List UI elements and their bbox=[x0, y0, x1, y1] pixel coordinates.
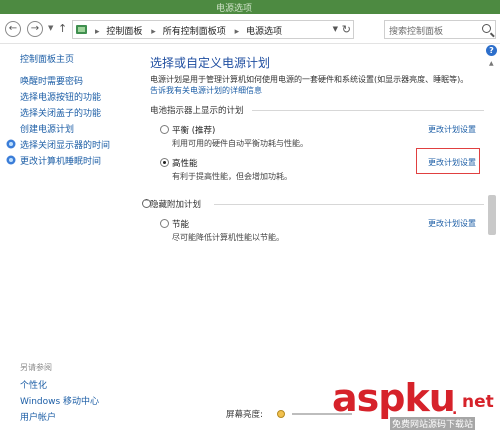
description-text: 电源计划是用于管理计算机如何使用电源的一套硬件和系统设置(如显示器亮度、睡眠等)… bbox=[150, 75, 469, 84]
recent-locations-icon[interactable]: ▼ bbox=[48, 24, 53, 32]
nav-personalization[interactable]: 个性化 bbox=[20, 378, 47, 391]
nav-require-password[interactable]: 唤醒时需要密码 bbox=[20, 74, 83, 87]
scrollbar-thumb[interactable] bbox=[488, 195, 496, 235]
divider bbox=[252, 110, 484, 111]
change-plan-high-performance-link[interactable]: 更改计划设置 bbox=[428, 157, 476, 168]
breadcrumb-separator: ▸ bbox=[234, 27, 240, 37]
section-battery-plans: 电池指示器上显示的计划 bbox=[150, 106, 244, 116]
nav-lid-close[interactable]: 选择关闭盖子的功能 bbox=[20, 106, 101, 119]
control-panel-home-link[interactable]: 控制面板主页 bbox=[20, 52, 74, 65]
section-hidden-plans[interactable]: 隐藏附加计划 bbox=[150, 198, 201, 210]
control-panel-icon bbox=[76, 25, 87, 34]
change-plan-power-saver-link[interactable]: 更改计划设置 bbox=[428, 218, 476, 229]
nav-display-off[interactable]: 选择关闭显示器的时间 bbox=[20, 138, 110, 151]
breadcrumb-separator: ▸ bbox=[95, 27, 100, 37]
forward-button[interactable]: → bbox=[27, 21, 43, 37]
brightness-icon bbox=[277, 410, 285, 418]
scroll-up-icon[interactable]: ▲ bbox=[489, 60, 495, 67]
change-plan-balanced-link[interactable]: 更改计划设置 bbox=[428, 124, 476, 135]
divider bbox=[214, 204, 484, 205]
watermark-tagline: 免费网站源码下载站 bbox=[390, 417, 476, 430]
plan-balanced-desc: 利用可用的硬件自动平衡功耗与性能。 bbox=[172, 139, 308, 148]
plan-high-performance-desc: 有利于提高性能，但会增加功耗。 bbox=[172, 172, 292, 181]
nav-mobility-center[interactable]: Windows 移动中心 bbox=[20, 394, 99, 407]
title-bar: 电源选项 bbox=[0, 0, 500, 14]
nav-sleep-time[interactable]: 更改计算机睡眠时间 bbox=[20, 154, 101, 167]
window-title: 电源选项 bbox=[216, 4, 253, 14]
left-navigation: 控制面板主页 唤醒时需要密码 选择电源按钮的功能 选择关闭盖子的功能 创建电源计… bbox=[0, 44, 130, 434]
search-placeholder: 搜索控制面板 bbox=[389, 27, 444, 37]
watermark-tld: net bbox=[462, 392, 494, 412]
power-plan-info-link[interactable]: 告诉我有关电源计划的详细信息 bbox=[150, 86, 262, 95]
monitor-shield-icon bbox=[6, 139, 16, 149]
breadcrumb-power-options[interactable]: 电源选项 bbox=[246, 27, 282, 37]
watermark-brand-main: asp bbox=[332, 376, 405, 420]
navigation-bar: ← → ▼ ↑ ▸ 控制面板 ▸ 所有控制面板项 ▸ 电源选项 ▼ ↻ 搜索控制… bbox=[0, 14, 500, 44]
breadcrumb-all-items[interactable]: 所有控制面板项 bbox=[163, 27, 226, 37]
nav-power-button[interactable]: 选择电源按钮的功能 bbox=[20, 90, 101, 103]
sleep-shield-icon bbox=[6, 155, 16, 165]
nav-user-accounts[interactable]: 用户帐户 bbox=[20, 410, 56, 423]
watermark-brand: aspku bbox=[332, 376, 456, 420]
address-field[interactable]: ▸ 控制面板 ▸ 所有控制面板项 ▸ 电源选项 ▼ ↻ bbox=[72, 20, 354, 39]
breadcrumb-control-panel[interactable]: 控制面板 bbox=[106, 27, 142, 37]
watermark-logo: aspku . net 免费网站源码下载站 bbox=[330, 376, 500, 434]
breadcrumb-separator: ▸ bbox=[151, 27, 156, 37]
see-also-heading: 另请参阅 bbox=[20, 363, 52, 372]
up-level-button[interactable]: ↑ bbox=[58, 22, 67, 35]
main-content: 选择或自定义电源计划 电源计划是用于管理计算机如何使用电源的一套硬件和系统设置(… bbox=[138, 44, 490, 414]
search-icon[interactable] bbox=[482, 24, 491, 33]
watermark-brand-accent: ku bbox=[404, 376, 455, 420]
plan-balanced-radio[interactable] bbox=[160, 125, 169, 134]
plan-balanced-name: 平衡 (推荐) bbox=[172, 126, 216, 136]
nav-create-plan[interactable]: 创建电源计划 bbox=[20, 122, 74, 135]
address-dropdown-icon[interactable]: ▼ bbox=[333, 25, 338, 33]
brightness-label: 屏幕亮度: bbox=[226, 410, 263, 420]
page-title: 选择或自定义电源计划 bbox=[150, 56, 271, 70]
watermark-dot: . bbox=[452, 402, 458, 418]
plan-power-saver-name: 节能 bbox=[172, 220, 190, 230]
back-button[interactable]: ← bbox=[5, 21, 21, 37]
plan-high-performance-radio[interactable] bbox=[160, 158, 169, 167]
refresh-icon[interactable]: ↻ bbox=[342, 23, 351, 36]
plan-power-saver-radio[interactable] bbox=[160, 219, 169, 228]
search-input[interactable]: 搜索控制面板 bbox=[384, 20, 496, 39]
page-description: 电源计划是用于管理计算机如何使用电源的一套硬件和系统设置(如显示器亮度、睡眠等)… bbox=[150, 74, 490, 96]
plan-high-performance-name: 高性能 bbox=[172, 159, 198, 169]
plan-power-saver-desc: 尽可能降低计算机性能以节能。 bbox=[172, 233, 284, 242]
